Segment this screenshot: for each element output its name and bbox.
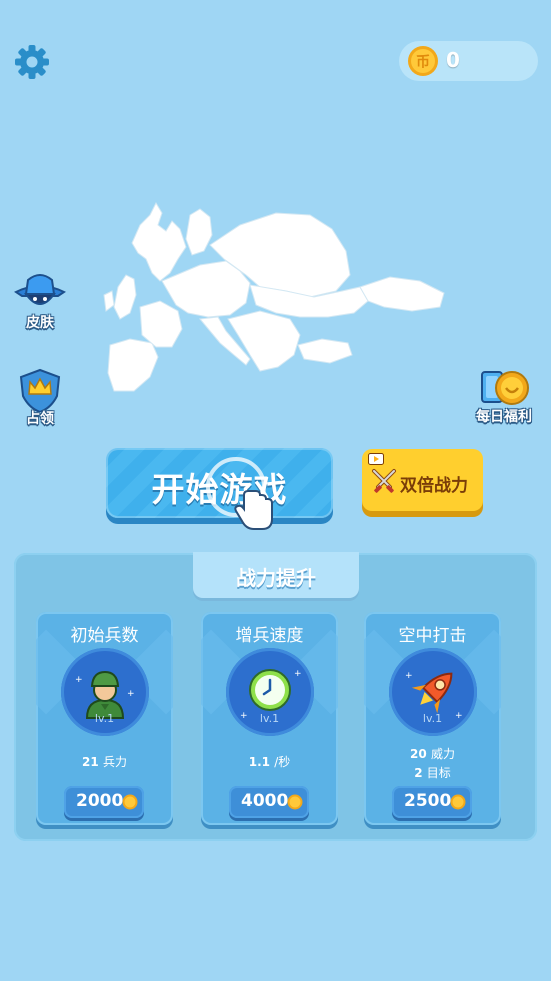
card-level: lv.1 xyxy=(259,712,280,725)
stat-value: 20 xyxy=(410,747,427,761)
upgrade-card-troops: 初始兵数 + + lv.1 21 兵力 2000 xyxy=(36,612,173,825)
card-stat: 21 兵力 xyxy=(36,753,173,770)
coin-icon xyxy=(287,794,303,810)
stat-label: 兵力 xyxy=(102,755,127,769)
svg-text:+: + xyxy=(405,671,413,681)
double-power-button[interactable]: 双倍战力 xyxy=(362,449,483,511)
card-level: lv.1 xyxy=(422,712,443,725)
svg-text:+: + xyxy=(127,689,135,699)
hooded-hero-icon xyxy=(14,274,66,305)
upgrade-card-airstrike: 空中打击 + + lv.1 20 威力 2 目标 2500 xyxy=(364,612,501,825)
start-game-button[interactable]: 开始游戏 xyxy=(106,448,333,518)
upgrade-airstrike-button[interactable]: 2500 xyxy=(392,786,472,818)
stat-label: 威力 xyxy=(430,747,455,761)
skin-label: 皮肤 xyxy=(26,315,54,331)
video-ad-icon xyxy=(368,453,384,465)
upgrade-troops-button[interactable]: 2000 xyxy=(64,786,144,818)
card-title: 增兵速度 xyxy=(235,626,304,646)
stat-value: 1.1 xyxy=(248,755,271,769)
panel-title: 战力提升 xyxy=(236,566,316,590)
daily-bonus-button[interactable]: 每日福利 xyxy=(468,366,540,426)
card-title: 空中打击 xyxy=(398,626,467,646)
price: 2000 xyxy=(76,791,124,811)
stat-value: 2 xyxy=(414,766,423,780)
gear-icon xyxy=(15,45,49,79)
settings-button[interactable] xyxy=(12,42,52,82)
stat-label: 目标 xyxy=(426,766,451,780)
occupy-label: 占领 xyxy=(26,411,54,427)
panel-title-tab: 战力提升 xyxy=(193,552,359,598)
start-game-label: 开始游戏 xyxy=(151,470,288,509)
card-title: 初始兵数 xyxy=(70,626,139,646)
europe-map xyxy=(103,201,445,392)
coin-balance: 币 0 xyxy=(399,41,538,81)
coin-icon: 币 xyxy=(408,46,438,76)
card-stat: 2 目标 xyxy=(364,764,501,781)
stat-value: 21 xyxy=(82,755,99,769)
upgrade-speed-button[interactable]: 4000 xyxy=(229,786,309,818)
coin-icon xyxy=(122,794,138,810)
card-stat: 1.1 /秒 xyxy=(201,753,338,770)
coin-icon xyxy=(450,794,466,810)
gift-coin-icon xyxy=(481,371,529,405)
svg-text:币: 币 xyxy=(416,55,430,71)
card-level: lv.1 xyxy=(94,712,115,725)
crossed-swords-icon xyxy=(372,469,396,493)
card-stat: 20 威力 xyxy=(364,745,501,762)
skin-button[interactable]: 皮肤 xyxy=(6,270,74,332)
coin-count: 0 xyxy=(446,48,460,72)
crown-shield-icon xyxy=(19,368,61,412)
svg-text:+: + xyxy=(75,675,83,685)
price: 2500 xyxy=(404,791,452,811)
stat-label: /秒 xyxy=(274,755,291,769)
upgrade-card-speed: 增兵速度 + + lv.1 1.1 /秒 4000 xyxy=(201,612,338,825)
daily-bonus-label: 每日福利 xyxy=(476,409,532,425)
double-power-label: 双倍战力 xyxy=(400,476,468,496)
occupy-button[interactable]: 占领 xyxy=(6,368,74,428)
svg-text:+: + xyxy=(294,669,302,679)
price: 4000 xyxy=(241,791,289,811)
